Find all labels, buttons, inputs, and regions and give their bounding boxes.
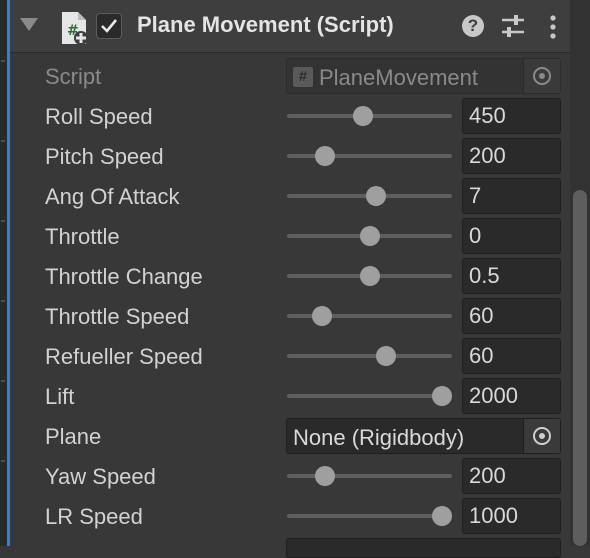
scrollbar-thumb[interactable] xyxy=(573,190,587,546)
checkmark-icon xyxy=(101,19,118,33)
refueller-speed-slider[interactable] xyxy=(287,354,452,358)
throttle-change-label: Throttle Change xyxy=(45,264,203,289)
lift-label: Lift xyxy=(45,384,75,409)
plane-row: Plane None (Rigidbody) xyxy=(10,416,570,456)
pitch-speed-slider[interactable] xyxy=(287,154,452,158)
plane-object-field[interactable]: None (Rigidbody) xyxy=(286,418,561,454)
help-icon[interactable]: ? xyxy=(462,15,484,37)
ang-of-attack-field[interactable]: 7 xyxy=(462,178,561,214)
roll-speed-field[interactable]: 450 xyxy=(462,98,561,134)
yaw-speed-field[interactable]: 200 xyxy=(462,458,561,494)
ang-of-attack-row: Ang Of Attack 7 xyxy=(10,176,570,216)
script-label: Script xyxy=(45,64,102,89)
refueller-speed-row: Refueller Speed 60 xyxy=(10,336,570,376)
plane-label: Plane xyxy=(45,424,102,449)
throttle-field[interactable]: 0 xyxy=(462,218,561,254)
foldout-arrow-icon[interactable] xyxy=(20,18,38,31)
presets-icon[interactable] xyxy=(501,13,525,39)
throttle-speed-label: Throttle Speed xyxy=(45,304,190,329)
slider-thumb[interactable] xyxy=(376,346,396,366)
slider-thumb[interactable] xyxy=(366,186,387,206)
kebab-menu-icon[interactable] xyxy=(546,14,560,40)
slider-thumb[interactable] xyxy=(359,226,380,246)
yaw-speed-label: Yaw Speed xyxy=(45,464,156,489)
lr-speed-row: LR Speed 1000 xyxy=(10,496,570,536)
lift-slider[interactable] xyxy=(287,394,452,398)
throttle-label: Throttle xyxy=(45,224,120,249)
component-title: Plane Movement (Script) xyxy=(137,12,394,37)
lr-speed-label: LR Speed xyxy=(45,504,143,529)
left-panel-edge xyxy=(0,0,7,546)
throttle-speed-field[interactable]: 60 xyxy=(462,298,561,334)
lift-row: Lift 2000 xyxy=(10,376,570,416)
pitch-speed-label: Pitch Speed xyxy=(45,144,164,169)
throttle-row: Throttle 0 xyxy=(10,216,570,256)
slider-thumb[interactable] xyxy=(314,466,335,486)
component-header[interactable]: # Plane Movement (Script) ? xyxy=(10,0,570,53)
plane-value: None (Rigidbody) xyxy=(293,425,465,450)
script-value: PlaneMovement xyxy=(319,65,478,90)
slider-thumb[interactable] xyxy=(314,146,335,166)
slider-thumb[interactable] xyxy=(359,266,380,286)
slider-thumb[interactable] xyxy=(311,306,332,326)
next-field[interactable] xyxy=(286,538,561,558)
csharp-script-icon: # xyxy=(293,67,313,87)
slider-thumb[interactable] xyxy=(432,506,453,526)
throttle-change-row: Throttle Change 0.5 xyxy=(10,256,570,296)
refueller-speed-field[interactable]: 60 xyxy=(462,338,561,374)
slider-thumb[interactable] xyxy=(432,386,453,406)
roll-speed-label: Roll Speed xyxy=(45,104,153,129)
lr-speed-slider[interactable] xyxy=(287,514,452,518)
object-picker-button[interactable] xyxy=(523,59,560,93)
yaw-speed-row: Yaw Speed 200 xyxy=(10,456,570,496)
throttle-change-field[interactable]: 0.5 xyxy=(462,258,561,294)
script-row: Script # PlaneMovement xyxy=(10,56,570,96)
csharp-script-icon: # xyxy=(62,12,88,45)
object-picker-button[interactable] xyxy=(523,419,560,453)
pitch-speed-field[interactable]: 200 xyxy=(462,138,561,174)
throttle-speed-row: Throttle Speed 60 xyxy=(10,296,570,336)
ang-of-attack-label: Ang Of Attack xyxy=(45,184,180,209)
lr-speed-field[interactable]: 1000 xyxy=(462,498,561,534)
script-object-field[interactable]: # PlaneMovement xyxy=(286,58,561,94)
component-enabled-checkbox[interactable] xyxy=(96,13,122,39)
slider-thumb[interactable] xyxy=(352,106,373,126)
lift-field[interactable]: 2000 xyxy=(462,378,561,414)
refueller-speed-label: Refueller Speed xyxy=(45,344,203,369)
pitch-speed-row: Pitch Speed 200 xyxy=(10,136,570,176)
yaw-speed-slider[interactable] xyxy=(287,474,452,478)
roll-speed-row: Roll Speed 450 xyxy=(10,96,570,136)
